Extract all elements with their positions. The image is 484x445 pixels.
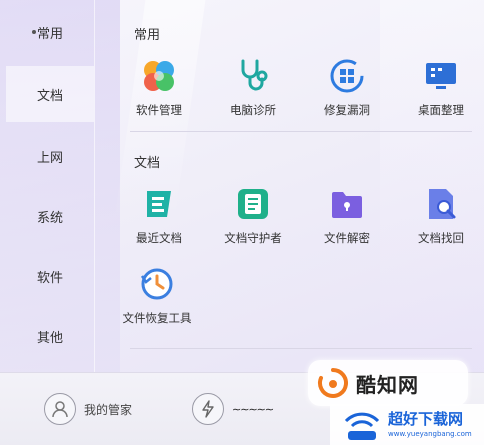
watermark-logo: 酷知网 (308, 360, 468, 406)
section-title-docs: 文档 (134, 156, 161, 171)
watermark-site-url: www.yueyangbang.com (388, 430, 472, 438)
tool-recent-docs[interactable]: 最近文档 (114, 186, 204, 258)
speed-button[interactable]: ~~~~~ (192, 391, 275, 427)
doc-recover-icon (429, 189, 456, 219)
section-divider (130, 131, 472, 132)
desktop-organize-icon (426, 63, 456, 89)
tool-label: 文档守护者 (224, 231, 282, 245)
tool-doc-guardian[interactable]: 文档守护者 (208, 186, 298, 258)
tool-label: 电脑诊所 (230, 103, 276, 117)
software-manager-icon (144, 61, 174, 91)
sidebar-item-label: 软件 (36, 270, 63, 286)
tool-fix-vulnerabilities[interactable]: 修复漏洞 (302, 58, 392, 130)
tool-desktop-organize[interactable]: 桌面整理 (396, 58, 484, 130)
section-divider (130, 348, 472, 349)
tool-label: 桌面整理 (418, 103, 464, 117)
tool-doc-recover[interactable]: 文档找回 (396, 186, 484, 258)
sidebar-item-other[interactable]: 其他 (6, 308, 94, 364)
sidebar-item-label: 上网 (36, 150, 63, 166)
speed-label: ~~~~~ (230, 402, 275, 416)
sidebar-item-software[interactable]: 软件 (6, 248, 94, 304)
tool-label: 最近文档 (136, 231, 182, 245)
watermark-swirl-icon (318, 368, 348, 398)
tool-pc-clinic[interactable]: 电脑诊所 (208, 58, 298, 130)
lightning-icon (192, 393, 224, 425)
sidebar-item-system[interactable]: 系统 (6, 188, 94, 244)
section-title-common: 常用 (134, 28, 161, 43)
sidebar-item-common[interactable]: 常用 (6, 4, 94, 60)
sidebar-item-internet[interactable]: 上网 (6, 128, 94, 184)
wifi-router-icon (344, 412, 380, 440)
sidebar-item-label: 其他 (36, 330, 63, 346)
watermark-site: 超好下载网 www.yueyangbang.com (330, 404, 484, 445)
doc-guardian-icon (238, 189, 268, 219)
file-restore-clock-icon (140, 268, 173, 300)
sidebar-item-docs[interactable]: 文档 (6, 66, 94, 122)
sidebar-item-label: 常用 (36, 26, 63, 42)
sidebar-divider (94, 0, 95, 372)
tool-file-restore[interactable]: 文件恢复工具 (112, 266, 202, 338)
file-decrypt-icon (332, 192, 362, 218)
user-avatar-icon (44, 393, 76, 425)
tool-label: 文档找回 (418, 231, 464, 245)
my-manager-button[interactable]: 我的管家 (44, 391, 132, 427)
watermark-logo-text: 酷知网 (356, 372, 419, 397)
tool-file-decrypt[interactable]: 文件解密 (302, 186, 392, 258)
watermark-site-name: 超好下载网 (388, 410, 464, 428)
tool-software-manager[interactable]: 软件管理 (114, 58, 204, 130)
sidebar-item-label: 文档 (36, 88, 63, 104)
tool-label: 修复漏洞 (324, 103, 370, 117)
stethoscope-icon (241, 59, 268, 91)
sidebar-item-label: 系统 (36, 210, 63, 226)
category-sidebar: 常用 文档 上网 系统 软件 其他 (6, 0, 94, 372)
recent-docs-icon (147, 191, 171, 217)
windows-repair-icon (330, 59, 364, 93)
tool-label: 文件恢复工具 (122, 311, 192, 325)
tool-label: 软件管理 (136, 103, 182, 117)
tool-label: 文件解密 (324, 231, 370, 245)
my-manager-label: 我的管家 (84, 402, 133, 417)
app-panel: 常用 文档 上网 系统 软件 其他 常用 软件管理 电脑诊所 修复漏洞 桌面整理… (0, 0, 484, 445)
